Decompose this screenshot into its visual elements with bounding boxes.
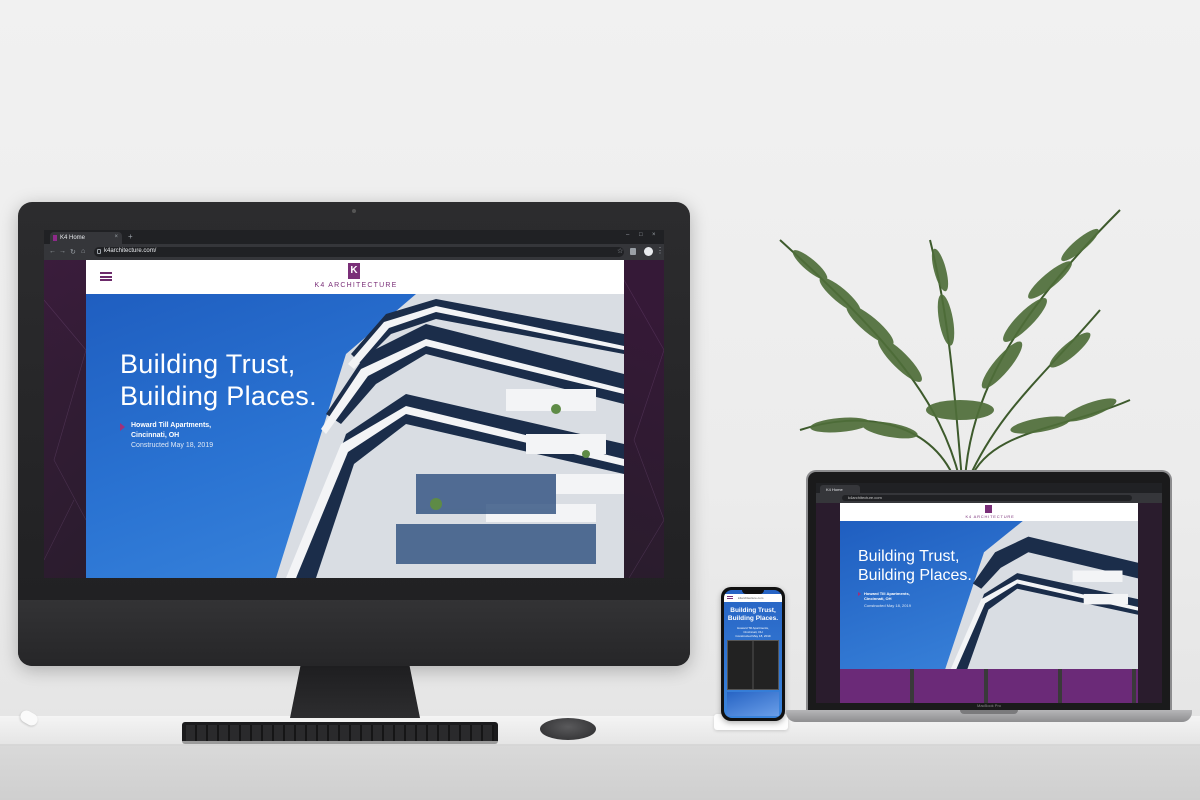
macbook-hero-title: Building Trust, Building Places. [858,547,972,585]
forward-button[interactable]: → [59,248,66,255]
phone-project-grid[interactable] [727,640,779,690]
maximize-button[interactable]: □ [639,232,643,238]
magic-mouse [540,718,596,740]
favicon-icon [53,235,57,241]
macbook-play-arrow-icon[interactable] [858,592,861,596]
phone-hero-title: Building Trust, Building Places. [724,607,782,623]
fern-plant [779,209,1131,480]
phone-project-info: Howard Till Apartments, Cincinnati, OH C… [724,626,782,638]
k4-logo-mark[interactable]: K [348,263,360,279]
constructed-date: Constructed May 18, 2019 [131,442,214,449]
macbook-hero-banner: Building Trust, Building Places. Howard … [840,521,1138,669]
hero-title-line-1: Building Trust, [120,349,296,379]
browser-tab[interactable]: K4 Home × [50,232,122,244]
project-line-1: Howard Till Apartments, [131,422,212,429]
macbook-label: MacBook Pro [976,703,1001,708]
macbook-constructed-date: Constructed May 18, 2019 [864,603,911,608]
bookmark-star-icon[interactable]: ☆ [617,247,623,255]
macbook-notch [960,710,1018,714]
hero-banner: Building Trust, Building Places. Howard … [86,294,624,578]
hero-title: Building Trust, Building Places. [120,348,317,412]
play-arrow-icon[interactable] [120,423,125,431]
imac-screen: K4 Home × + – □ × ← → ↻ ⌂ k4architecture… [44,230,664,578]
phone: k4architecture.com Building Trust, Build… [721,587,785,721]
macbook-project-link[interactable]: Howard Till Apartments, Cincinnati, OH [864,591,910,601]
back-button[interactable]: ← [49,248,56,255]
new-tab-button[interactable]: + [128,232,133,241]
macbook-logo-mark[interactable] [985,505,992,513]
phone-image-tile[interactable] [727,692,779,716]
profile-avatar[interactable] [644,247,653,256]
keyboard-keys [186,725,494,741]
address-url: k4architecture.com/ [104,248,157,254]
phone-screen: k4architecture.com Building Trust, Build… [724,590,782,718]
hamburger-menu-icon[interactable] [100,272,112,281]
macbook-web-page: K4 ARCHITECTURE Building Trust, Building… [816,503,1162,703]
web-page: K K4 ARCHITECTURE Building Trust, Buildi… [44,260,664,578]
project-name-link[interactable]: Howard Till Apartments, Cincinnati, OH [131,421,211,441]
macbook-project-strip[interactable] [840,669,1138,703]
macbook-screen: K4 Home k4architecture.com K4 ARCHITECTU… [816,483,1162,703]
project-line-2: Cincinnati, OH [131,432,180,439]
phone-title-line-1: Building Trust, [730,607,776,614]
phone-constructed: Constructed May 18, 2019 [735,634,771,638]
macbook-site-header: K4 ARCHITECTURE [840,503,1138,521]
macbook-address-bar[interactable]: k4architecture.com [842,495,1132,501]
address-bar[interactable]: k4architecture.com/ [94,247,624,257]
reload-button[interactable]: ↻ [70,248,76,256]
tab-title: K4 Home [60,235,86,241]
tab-close-icon[interactable]: × [114,234,118,240]
imac-stand [290,666,420,718]
close-window-button[interactable]: × [652,232,656,238]
browser-menu-icon[interactable]: ⋮ [656,246,664,255]
camera-icon [352,209,356,213]
phone-title-line-2: Building Places. [727,615,779,622]
home-button[interactable]: ⌂ [81,248,85,255]
imac-chin [18,600,690,666]
phone-hamburger-icon[interactable] [727,596,733,599]
macbook-browser-tab[interactable]: K4 Home [820,485,860,493]
phone-notch [742,590,764,594]
macbook-tab-bar [816,483,1162,493]
macbook-project-line-2: Cincinnati, OH [864,596,892,601]
macbook-title-line-1: Building Trust, [858,548,960,565]
site-header: K K4 ARCHITECTURE [86,260,624,294]
k4-logo-text[interactable]: K4 ARCHITECTURE [286,282,426,289]
hero-title-line-2: Building Places. [120,381,317,411]
macbook-logo-text[interactable]: K4 ARCHITECTURE [950,514,1030,519]
extension-icon[interactable] [630,248,636,255]
macbook-title-line-2: Building Places. [858,567,972,584]
browser-tab-bar [44,230,664,244]
desk-front [0,746,1200,800]
lock-icon [97,249,101,254]
minimize-button[interactable]: – [626,232,629,238]
